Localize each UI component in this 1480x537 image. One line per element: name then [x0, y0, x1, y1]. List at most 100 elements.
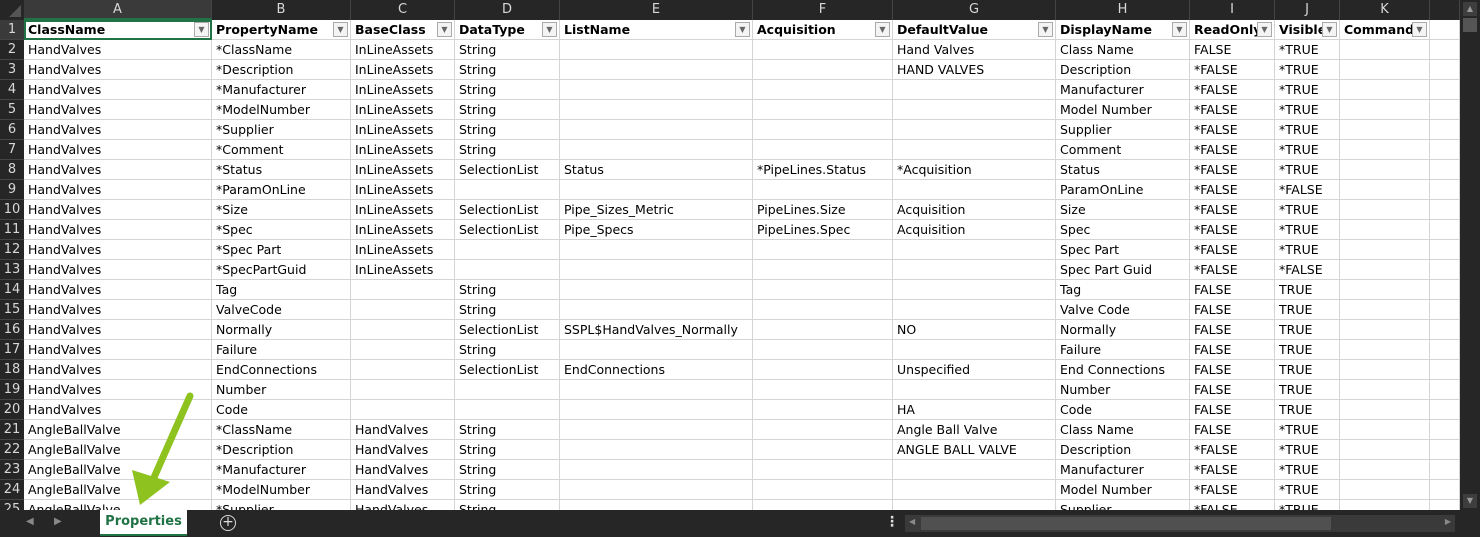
- table-cell[interactable]: [351, 400, 455, 420]
- table-cell[interactable]: [560, 480, 753, 500]
- table-cell[interactable]: [351, 280, 455, 300]
- table-cell[interactable]: *TRUE: [1275, 240, 1340, 260]
- table-cell[interactable]: [560, 260, 753, 280]
- table-cell[interactable]: *TRUE: [1275, 480, 1340, 500]
- table-cell[interactable]: [753, 60, 893, 80]
- empty-cell[interactable]: [1430, 160, 1460, 180]
- row-header[interactable]: 1: [0, 20, 24, 40]
- empty-cell[interactable]: [1430, 320, 1460, 340]
- table-cell[interactable]: *Acquisition: [893, 160, 1056, 180]
- row-header[interactable]: 20: [0, 400, 24, 420]
- table-cell[interactable]: *Status: [212, 160, 351, 180]
- table-cell[interactable]: [893, 500, 1056, 510]
- table-cell[interactable]: [753, 40, 893, 60]
- table-cell[interactable]: FALSE: [1190, 40, 1275, 60]
- table-cell[interactable]: ValveCode: [212, 300, 351, 320]
- table-cell[interactable]: *FALSE: [1190, 180, 1275, 200]
- table-cell[interactable]: *SpecPartGuid: [212, 260, 351, 280]
- table-cell[interactable]: *TRUE: [1275, 80, 1340, 100]
- table-cell[interactable]: [455, 240, 560, 260]
- table-cell[interactable]: [1340, 280, 1430, 300]
- table-cell[interactable]: HandValves: [24, 40, 212, 60]
- table-cell[interactable]: [1340, 200, 1430, 220]
- table-cell[interactable]: *FALSE: [1190, 460, 1275, 480]
- table-cell[interactable]: ANGLE BALL VALVE: [893, 440, 1056, 460]
- table-cell[interactable]: *Spec: [212, 220, 351, 240]
- table-cell[interactable]: Acquisition: [893, 200, 1056, 220]
- table-cell[interactable]: *FALSE: [1190, 120, 1275, 140]
- table-cell[interactable]: [560, 240, 753, 260]
- row-header[interactable]: 19: [0, 380, 24, 400]
- row-header[interactable]: 15: [0, 300, 24, 320]
- table-cell[interactable]: [753, 400, 893, 420]
- table-cell[interactable]: HandValves: [24, 380, 212, 400]
- table-cell[interactable]: *TRUE: [1275, 100, 1340, 120]
- table-cell[interactable]: [753, 480, 893, 500]
- table-cell[interactable]: HandValves: [24, 320, 212, 340]
- table-cell[interactable]: *FALSE: [1190, 220, 1275, 240]
- table-cell[interactable]: HandValves: [24, 120, 212, 140]
- table-cell[interactable]: FALSE: [1190, 300, 1275, 320]
- table-cell[interactable]: [1340, 80, 1430, 100]
- table-cell[interactable]: HandValves: [24, 340, 212, 360]
- table-cell[interactable]: [1340, 500, 1430, 510]
- table-cell[interactable]: HandValves: [24, 200, 212, 220]
- table-cell[interactable]: Manufacturer: [1056, 460, 1190, 480]
- table-cell[interactable]: [1340, 60, 1430, 80]
- empty-cell[interactable]: [1430, 420, 1460, 440]
- table-cell[interactable]: *ClassName: [212, 40, 351, 60]
- column-header-b[interactable]: B: [212, 0, 351, 20]
- table-cell[interactable]: *Description: [212, 440, 351, 460]
- row-header[interactable]: 24: [0, 480, 24, 500]
- table-cell[interactable]: [753, 180, 893, 200]
- row-header[interactable]: 18: [0, 360, 24, 380]
- table-cell[interactable]: [893, 480, 1056, 500]
- table-cell[interactable]: Valve Code: [1056, 300, 1190, 320]
- table-cell[interactable]: *ModelNumber: [212, 100, 351, 120]
- table-cell[interactable]: [893, 120, 1056, 140]
- row-header[interactable]: 5: [0, 100, 24, 120]
- table-cell[interactable]: ParamOnLine: [1056, 180, 1190, 200]
- table-cell[interactable]: AngleBallValve: [24, 440, 212, 460]
- table-cell[interactable]: TRUE: [1275, 300, 1340, 320]
- table-cell[interactable]: *TRUE: [1275, 140, 1340, 160]
- empty-cell[interactable]: [1430, 440, 1460, 460]
- empty-cell[interactable]: [1430, 80, 1460, 100]
- row-header[interactable]: 4: [0, 80, 24, 100]
- empty-cell[interactable]: [1430, 380, 1460, 400]
- empty-cell[interactable]: [1430, 140, 1460, 160]
- table-cell[interactable]: *FALSE: [1190, 200, 1275, 220]
- table-cell[interactable]: FALSE: [1190, 360, 1275, 380]
- column-header-g[interactable]: G: [893, 0, 1056, 20]
- table-cell[interactable]: *FALSE: [1190, 480, 1275, 500]
- table-cell[interactable]: String: [455, 440, 560, 460]
- table-cell[interactable]: FALSE: [1190, 340, 1275, 360]
- table-cell[interactable]: TRUE: [1275, 320, 1340, 340]
- table-cell[interactable]: *Spec Part: [212, 240, 351, 260]
- table-cell[interactable]: [1340, 320, 1430, 340]
- table-cell[interactable]: [1340, 380, 1430, 400]
- row-header[interactable]: 25: [0, 500, 24, 510]
- table-cell[interactable]: Spec Part: [1056, 240, 1190, 260]
- filter-dropdown-icon[interactable]: ▼: [1038, 22, 1053, 37]
- filter-dropdown-icon[interactable]: ▼: [1322, 22, 1337, 37]
- table-cell[interactable]: Hand Valves: [893, 40, 1056, 60]
- table-cell[interactable]: *ClassName: [212, 420, 351, 440]
- table-cell[interactable]: [1340, 260, 1430, 280]
- scroll-left-icon[interactable]: ◀: [909, 517, 915, 526]
- header-cell-defaultvalue[interactable]: DefaultValue ▼: [893, 20, 1056, 40]
- table-cell[interactable]: String: [455, 100, 560, 120]
- table-cell[interactable]: [560, 180, 753, 200]
- table-cell[interactable]: *Supplier: [212, 500, 351, 510]
- table-cell[interactable]: [753, 140, 893, 160]
- empty-cell[interactable]: [1430, 400, 1460, 420]
- empty-cell[interactable]: [1430, 20, 1460, 40]
- row-header[interactable]: 16: [0, 320, 24, 340]
- table-cell[interactable]: HandValves: [24, 160, 212, 180]
- table-cell[interactable]: SelectionList: [455, 160, 560, 180]
- table-cell[interactable]: [753, 300, 893, 320]
- table-cell[interactable]: SelectionList: [455, 320, 560, 340]
- table-cell[interactable]: *FALSE: [1190, 440, 1275, 460]
- table-cell[interactable]: String: [455, 340, 560, 360]
- table-cell[interactable]: HAND VALVES: [893, 60, 1056, 80]
